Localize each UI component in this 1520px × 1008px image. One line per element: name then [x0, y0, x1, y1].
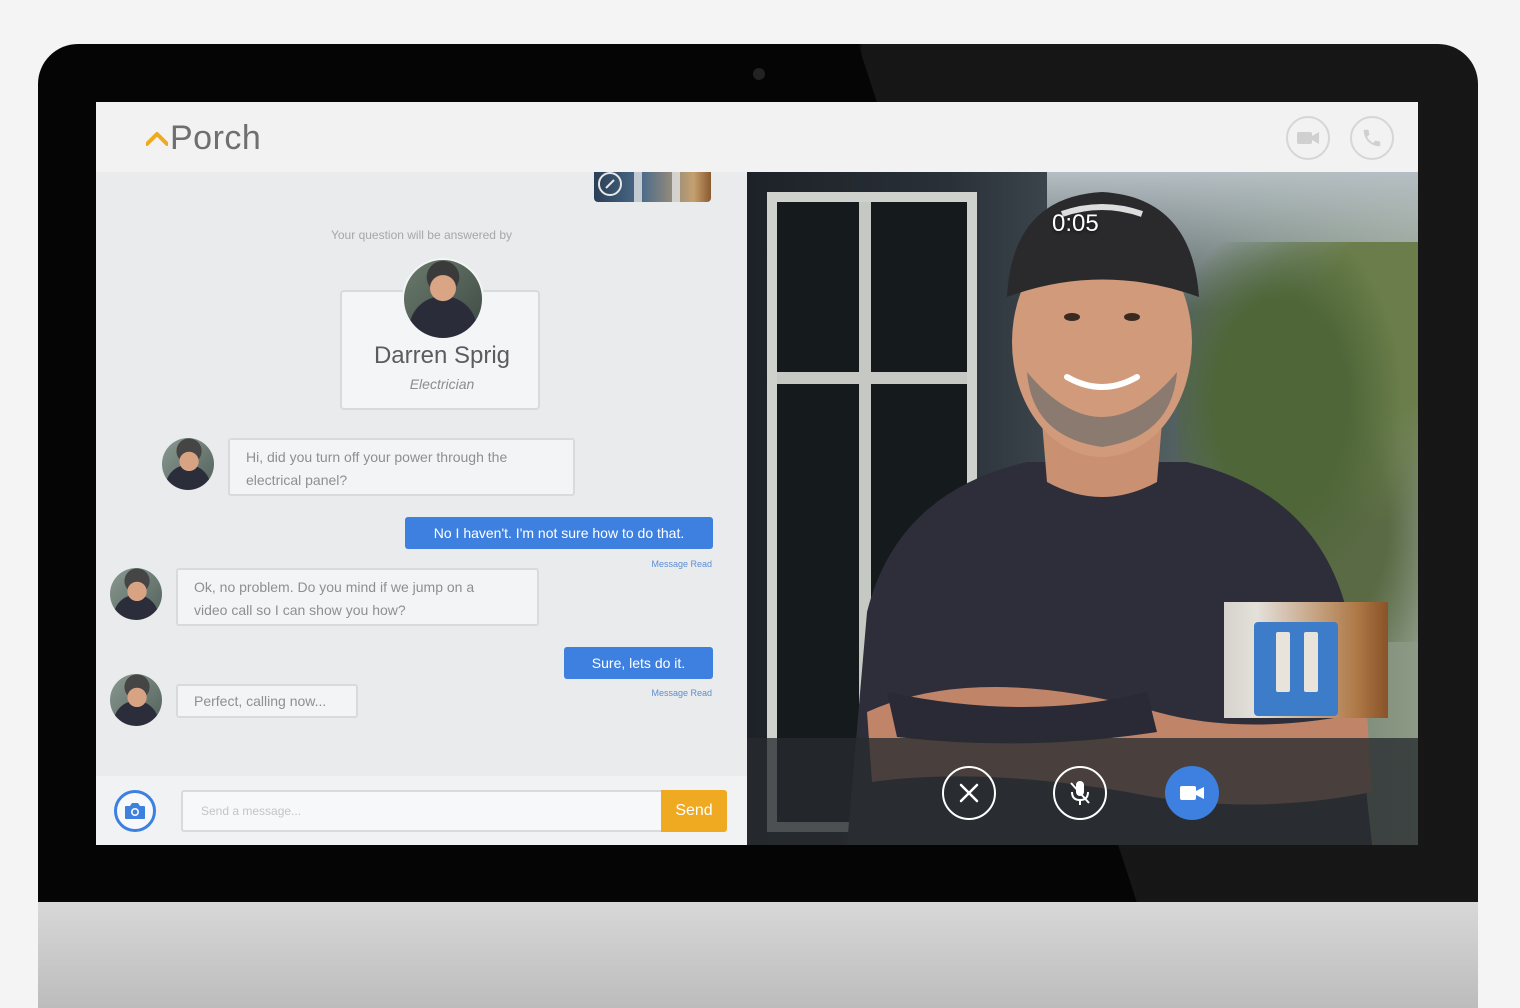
switch-shape — [1276, 632, 1290, 692]
mic-off-icon — [1070, 781, 1090, 805]
mute-button[interactable] — [1053, 766, 1107, 820]
message-bubble-incoming: Hi, did you turn off your power through … — [228, 438, 575, 496]
expert-avatar[interactable] — [402, 258, 484, 340]
monitor-stand — [38, 902, 1478, 1008]
toggle-video-button[interactable] — [1165, 766, 1219, 820]
message-text: video call so I can show you how? — [194, 602, 406, 618]
video-camera-icon — [1180, 786, 1204, 800]
message-bubble-incoming: Perfect, calling now... — [176, 684, 358, 718]
shared-photo-thumbnail[interactable] — [594, 172, 711, 202]
message-text: electrical panel? — [246, 472, 348, 488]
avatar — [162, 438, 214, 490]
message-input[interactable] — [181, 790, 662, 832]
outlet-box — [1254, 622, 1338, 716]
close-icon — [959, 783, 979, 803]
switch-shape — [1304, 632, 1318, 692]
message-composer: Send — [96, 776, 747, 845]
message-read-status: Message Read — [651, 559, 712, 569]
message-text: Ok, no problem. Do you mind if we jump o… — [194, 579, 475, 595]
avatar — [110, 674, 162, 726]
expert-role: Electrician — [409, 376, 475, 392]
avatar — [110, 568, 162, 620]
call-timer: 0:05 — [1052, 210, 1099, 237]
app-screen: Porch Your question will be answered by — [96, 102, 1418, 845]
message-text: Hi, did you turn off your power through … — [246, 449, 508, 465]
roof-icon — [146, 132, 168, 146]
porch-logo[interactable]: Porch — [146, 118, 261, 158]
webcam-dot — [753, 68, 765, 80]
top-bar: Porch — [96, 102, 1418, 172]
video-camera-icon — [1297, 132, 1319, 144]
brand-name: Porch — [170, 118, 262, 157]
switch-shape — [634, 172, 642, 202]
chat-panel: Your question will be answered by Darren… — [96, 172, 747, 845]
camera-icon — [125, 803, 145, 819]
phone-call-button[interactable] — [1350, 116, 1394, 160]
message-bubble-outgoing: No I haven't. I'm not sure how to do tha… — [405, 517, 713, 549]
compass-icon — [598, 172, 622, 196]
end-call-button[interactable] — [942, 766, 996, 820]
local-video-preview[interactable] — [1224, 602, 1388, 718]
send-button[interactable]: Send — [661, 790, 727, 832]
message-bubble-outgoing: Sure, lets do it. — [564, 647, 713, 679]
answered-by-label: Your question will be answered by — [330, 228, 512, 242]
phone-icon — [1363, 129, 1381, 147]
camera-button[interactable] — [114, 790, 156, 832]
message-read-status: Message Read — [651, 688, 712, 698]
message-bubble-incoming: Ok, no problem. Do you mind if we jump o… — [176, 568, 539, 626]
expert-name: Darren Sprig — [373, 342, 511, 369]
call-controls — [747, 738, 1418, 845]
switch-shape — [672, 172, 680, 202]
video-call-button[interactable] — [1286, 116, 1330, 160]
video-call-panel: 0:05 — [747, 172, 1418, 845]
